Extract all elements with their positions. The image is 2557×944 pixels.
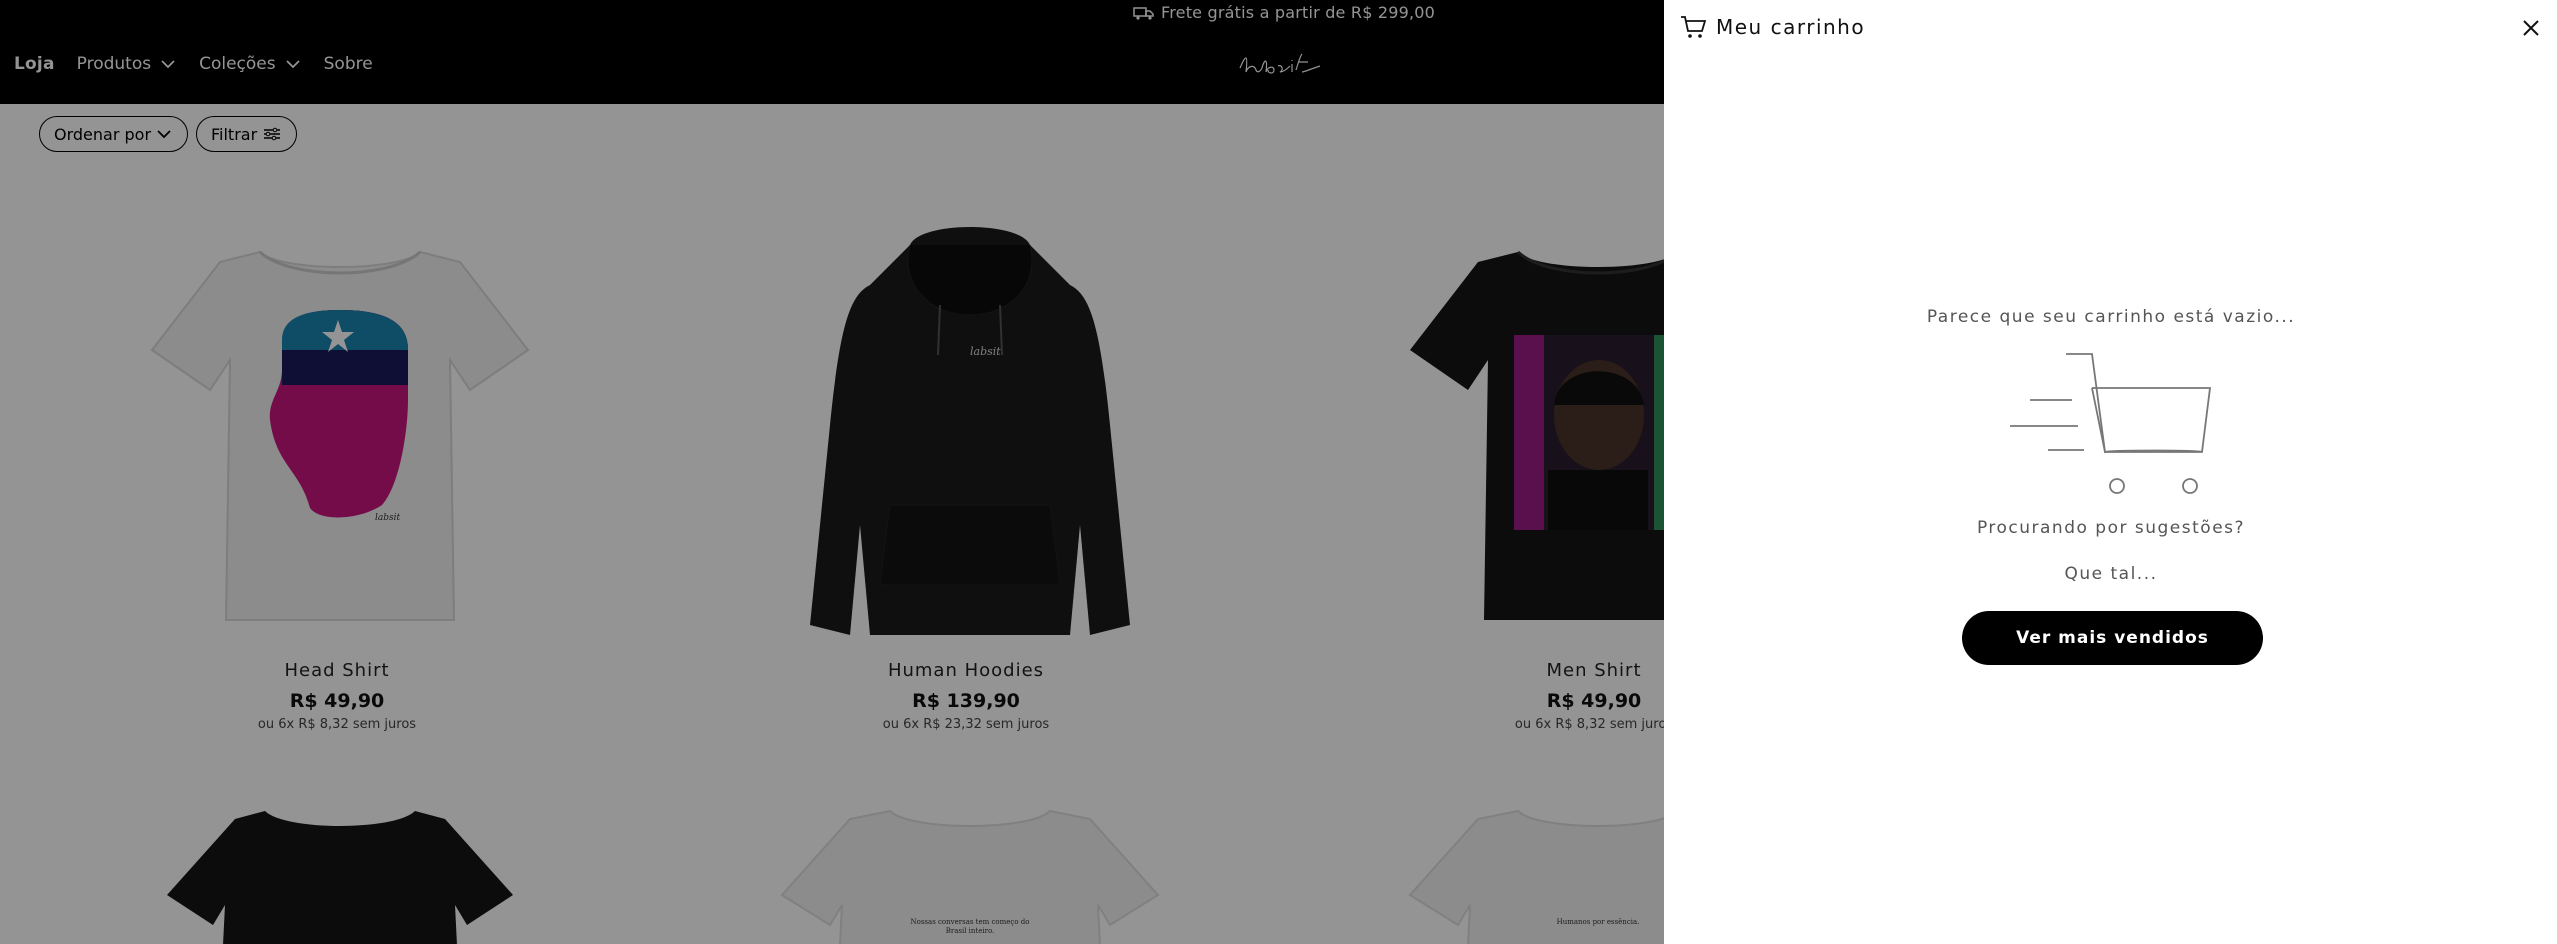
empty-cart-icon <box>2010 353 2212 494</box>
empty-cart-message: Parece que seu carrinho está vazio... <box>1926 307 2296 327</box>
suggestions-text: Procurando por sugestões? <box>1976 518 2246 538</box>
cart-title: Meu carrinho <box>1716 15 1866 39</box>
close-icon[interactable] <box>2521 18 2541 38</box>
cart-icon <box>1681 16 1706 38</box>
modal-backdrop[interactable] <box>0 0 1664 944</box>
que-tal-text: Que tal... <box>2064 564 2158 584</box>
page: Frete grátis a partir de R$ 299,00 Loja … <box>0 0 2557 944</box>
view-best-sellers-button[interactable]: Ver mais vendidos <box>1962 611 2263 665</box>
